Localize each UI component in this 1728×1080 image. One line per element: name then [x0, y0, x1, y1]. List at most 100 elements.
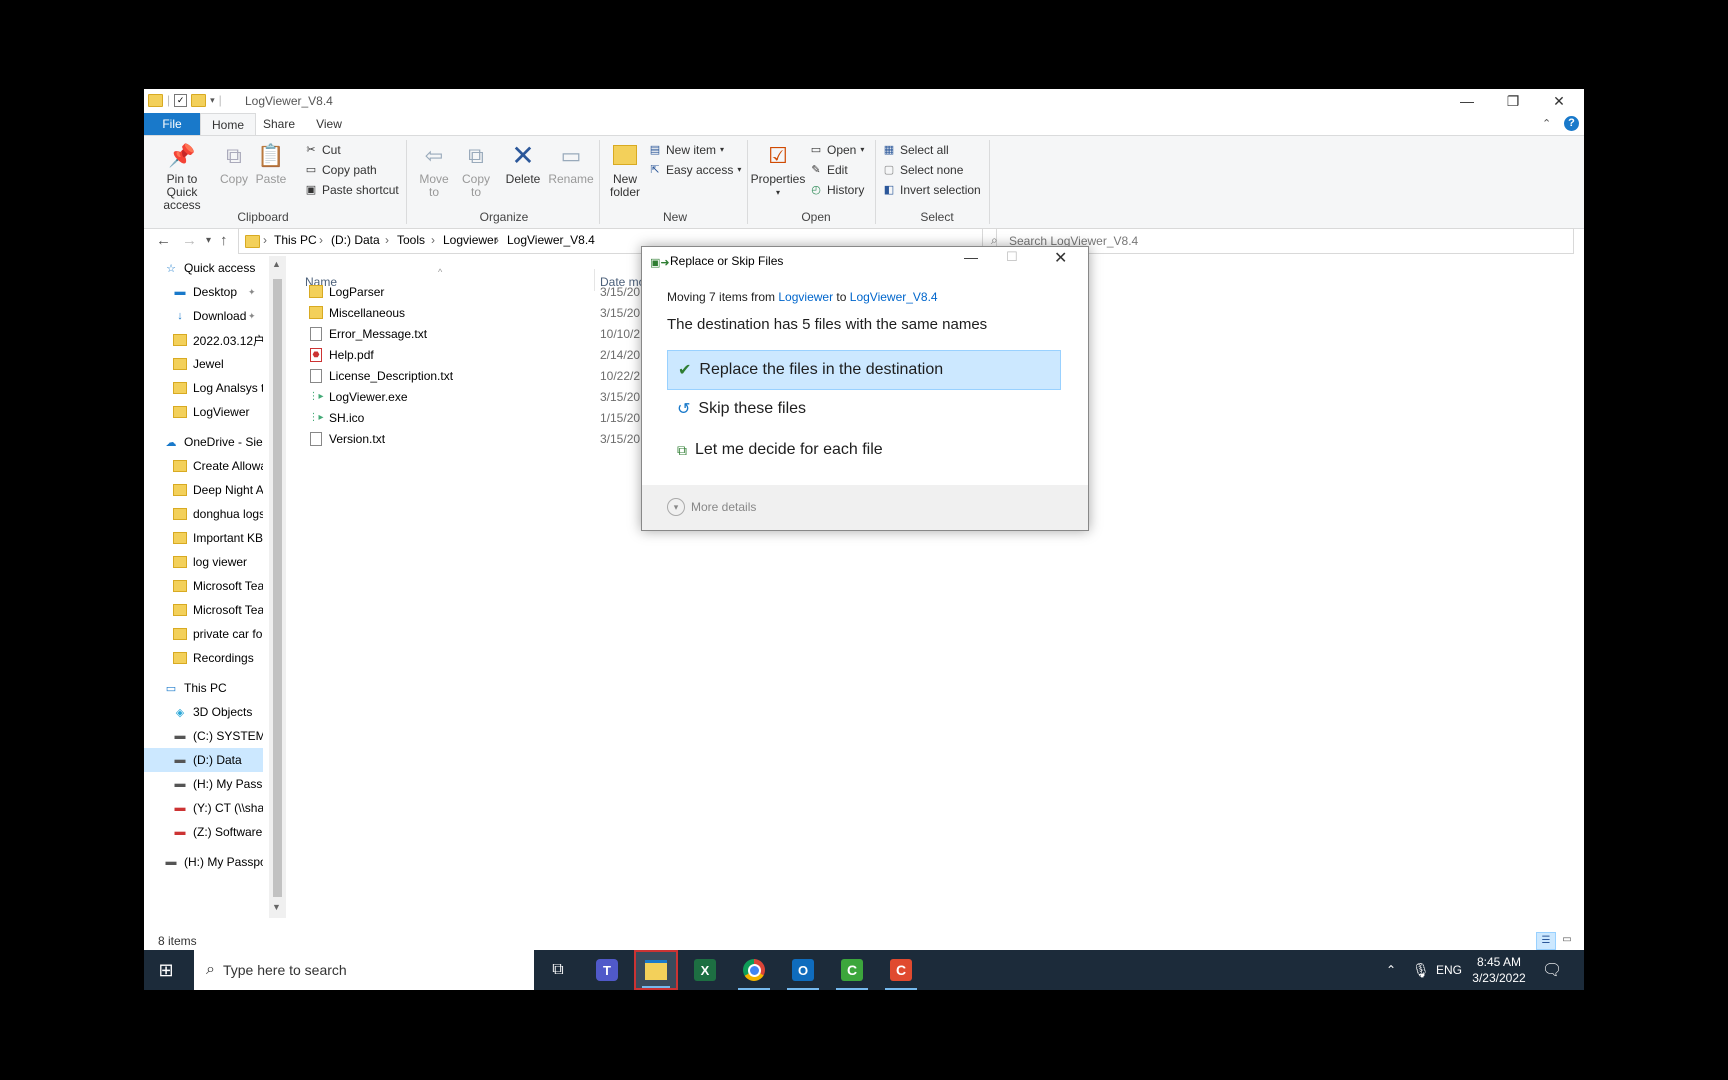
file-row[interactable]: ⬣ Help.pdf	[309, 344, 374, 365]
nav-item[interactable]: Deep Night A	[144, 478, 263, 502]
nav-item[interactable]: ☆ Quick access	[144, 256, 263, 280]
open-button[interactable]: ▭ Open ▾	[809, 140, 865, 160]
breadcrumb-tools[interactable]: Tools	[397, 233, 425, 247]
nav-item[interactable]: ↓ Download ✦	[144, 304, 263, 328]
up-arrow-icon[interactable]: ↑	[220, 232, 228, 249]
nav-item[interactable]: log viewer	[144, 550, 263, 574]
nav-item[interactable]: private car fo	[144, 622, 263, 646]
input-language[interactable]: ENG	[1436, 950, 1462, 990]
history-button[interactable]: ◴ History	[809, 180, 864, 200]
nav-item[interactable]: ☁ OneDrive - Sier	[144, 430, 264, 454]
camtasia-recorder-icon[interactable]: C	[879, 950, 923, 990]
decide-each-option[interactable]: ⧉ Let me decide for each file	[667, 431, 1059, 469]
nav-item[interactable]: ▬ (C:) SYSTEM	[144, 724, 264, 748]
help-icon[interactable]: ?	[1564, 116, 1579, 131]
details-view-icon[interactable]: ☰	[1536, 932, 1556, 950]
copy-path-button[interactable]: ▭ Copy path	[304, 160, 399, 180]
nav-item[interactable]: Microsoft Tea	[144, 598, 263, 622]
delete-button[interactable]: ✕ Delete	[502, 140, 544, 186]
easy-access-button[interactable]: ⇱ Easy access ▾	[648, 160, 741, 180]
file-row[interactable]: Version.txt	[309, 428, 385, 449]
nav-item[interactable]: 2022.03.12户外	[144, 328, 263, 352]
taskbar-search-box[interactable]: ⌕ Type here to search	[194, 950, 534, 990]
breadcrumb-d-data[interactable]: (D:) Data	[331, 233, 380, 247]
file-row[interactable]: ⋮▸ SH.ico	[308, 407, 364, 428]
recent-locations-icon[interactable]: ▾	[206, 235, 211, 246]
paste-button[interactable]: 📋 Paste	[254, 140, 288, 186]
breadcrumb-this-pc[interactable]: This PC	[274, 233, 317, 247]
task-view-icon[interactable]: ⧉	[536, 950, 580, 990]
forward-arrow-icon[interactable]: →	[182, 232, 197, 249]
paste-shortcut-button[interactable]: ▣ Paste shortcut	[304, 180, 399, 200]
file-explorer-taskbar-icon[interactable]	[634, 950, 678, 990]
camtasia-green-icon[interactable]: C	[830, 950, 874, 990]
dialog-minimize-button[interactable]: —	[964, 249, 978, 265]
more-details-toggle[interactable]: More details	[691, 500, 756, 514]
pin-quick-access-button[interactable]: 📌 Pin to Quick access	[150, 140, 214, 212]
invert-selection-button[interactable]: ◧ Invert selection	[882, 180, 981, 200]
copy-to-button[interactable]: ⧉ Copy to	[456, 140, 496, 199]
file-row[interactable]: LogParser	[309, 281, 384, 302]
properties-button[interactable]: ☑ Properties ▾	[748, 140, 808, 199]
select-all-button[interactable]: ▦ Select all	[882, 140, 981, 160]
select-none-button[interactable]: ▢ Select none	[882, 160, 981, 180]
nav-item[interactable]: Log Analsys t	[144, 376, 263, 400]
show-hidden-icons-chevron[interactable]: ⌃	[1386, 950, 1396, 990]
skip-files-option[interactable]: ↺ Skip these files	[667, 390, 1059, 428]
new-folder-button[interactable]: New folder	[605, 140, 645, 199]
file-row[interactable]: License_Description.txt	[309, 365, 453, 386]
breadcrumb-logviewer-v84[interactable]: LogViewer_V8.4	[507, 233, 595, 247]
nav-item[interactable]: ▬ (Y:) CT (\\sha	[144, 796, 264, 820]
tab-share[interactable]: Share	[254, 113, 304, 135]
outlook-icon[interactable]: O	[781, 950, 825, 990]
nav-item[interactable]: ▬ (H:) My Passpo	[144, 850, 264, 874]
properties-qat-icon[interactable]: ✓	[174, 93, 188, 107]
cut-button[interactable]: ✂ Cut	[304, 140, 399, 160]
file-row[interactable]: Miscellaneous	[309, 302, 405, 323]
new-folder-qat-icon[interactable]	[191, 93, 207, 107]
large-icons-view-icon[interactable]: ▭	[1558, 932, 1576, 948]
move-to-button[interactable]: ⇦ Move to	[414, 140, 454, 199]
scroll-up-icon[interactable]: ▲	[272, 259, 281, 269]
clock[interactable]: 8:45 AM 3/23/2022	[1466, 950, 1532, 990]
nav-item[interactable]: ▬ (Z:) Software	[144, 820, 263, 844]
qat-dropdown-icon[interactable]: ▾	[210, 95, 215, 106]
notifications-icon[interactable]: 🗨	[1542, 950, 1562, 990]
nav-item[interactable]: Recordings	[144, 646, 263, 670]
chrome-icon[interactable]	[732, 950, 776, 990]
nav-item[interactable]: Important KB	[144, 526, 263, 550]
teams-icon[interactable]: T	[585, 950, 629, 990]
source-link[interactable]: Logviewer	[778, 290, 833, 304]
windows-start-icon[interactable]: ⊞	[144, 950, 188, 990]
nav-item[interactable]: ▭ This PC	[144, 676, 263, 700]
nav-item[interactable]: ▬ Desktop ✦	[144, 280, 263, 304]
minimize-button[interactable]: —	[1444, 89, 1490, 113]
breadcrumb-logviewer[interactable]: Logviewer	[443, 233, 498, 247]
dialog-close-button[interactable]: ✕	[1054, 248, 1067, 268]
close-button[interactable]: ✕	[1536, 89, 1582, 113]
replace-files-option[interactable]: ✔ Replace the files in the destination	[667, 350, 1061, 390]
file-row[interactable]: Error_Message.txt	[309, 323, 427, 344]
tab-view[interactable]: View	[304, 113, 354, 135]
restore-button[interactable]: ❐	[1490, 89, 1536, 113]
microphone-icon[interactable]: 🎙	[1412, 950, 1430, 990]
edit-button[interactable]: ✎ Edit	[809, 160, 864, 180]
scroll-down-icon[interactable]: ▼	[272, 902, 281, 912]
nav-scrollbar-thumb[interactable]	[273, 279, 282, 897]
chevron-down-icon[interactable]: ▾	[667, 498, 685, 516]
tab-home[interactable]: Home	[200, 113, 256, 135]
back-arrow-icon[interactable]: ←	[156, 232, 171, 249]
column-divider[interactable]	[594, 269, 595, 291]
excel-icon[interactable]: X	[683, 950, 727, 990]
nav-item[interactable]: ◈ 3D Objects	[144, 700, 263, 724]
dialog-maximize-button[interactable]: ☐	[1006, 249, 1018, 265]
rename-button[interactable]: ▭ Rename	[548, 140, 594, 186]
nav-item[interactable]: donghua logs	[144, 502, 263, 526]
nav-item[interactable]: Create Allowa	[144, 454, 263, 478]
tab-file[interactable]: File	[144, 113, 200, 135]
new-item-button[interactable]: ▤ New item ▾	[648, 140, 741, 160]
nav-item[interactable]: ▬ (D:) Data	[144, 748, 263, 772]
nav-item[interactable]: Jewel	[144, 352, 263, 376]
copy-button[interactable]: ⧉ Copy	[217, 140, 251, 186]
file-row[interactable]: ⋮▸ LogViewer.exe	[308, 386, 407, 407]
